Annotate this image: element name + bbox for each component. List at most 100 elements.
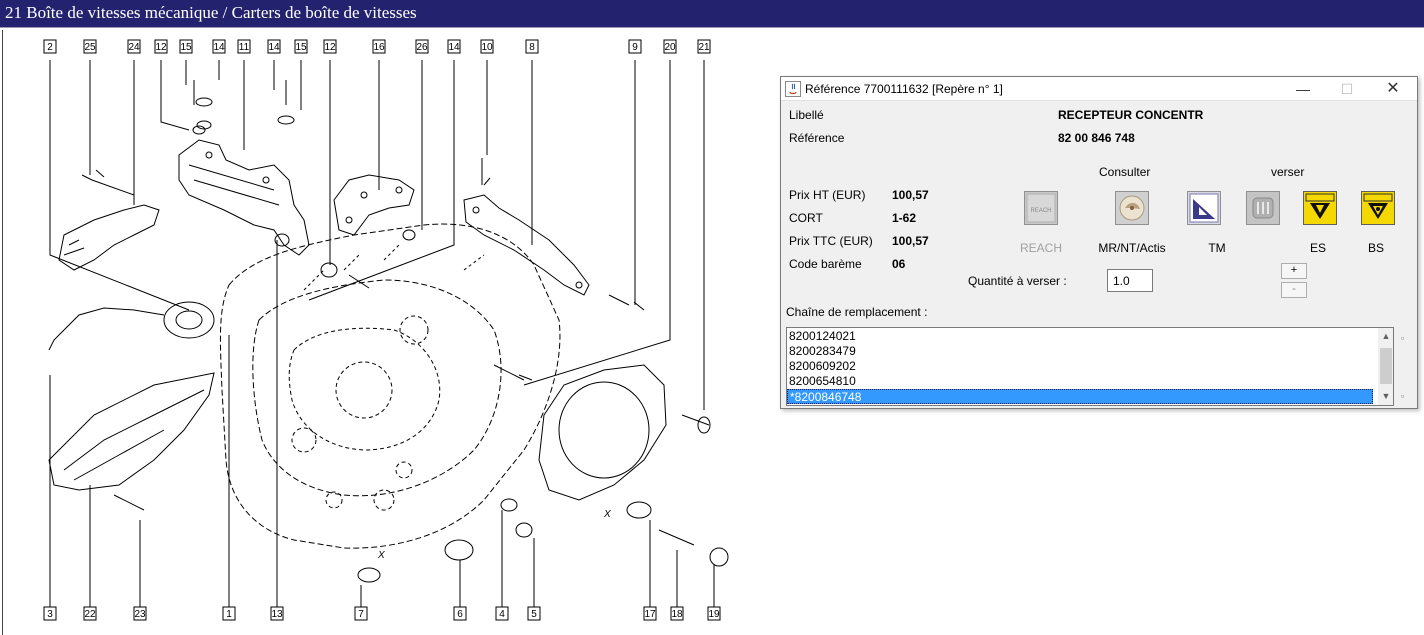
callout-number: 11 bbox=[239, 42, 250, 53]
consulter-label: Consulter bbox=[1099, 165, 1151, 179]
callout-box[interactable]: 14 bbox=[267, 39, 281, 54]
es-icon[interactable] bbox=[1303, 191, 1337, 225]
list-item[interactable]: 8200609202 bbox=[787, 359, 1373, 374]
code-bareme-label: Code barème bbox=[789, 257, 862, 271]
reach-icon[interactable]: REACH bbox=[1024, 191, 1058, 225]
callout-box[interactable]: 19 bbox=[707, 606, 721, 621]
increment-button[interactable]: + bbox=[1281, 263, 1307, 279]
dialog-title: Référence 7700111632 [Repère n° 1] bbox=[805, 82, 1003, 96]
callout-box[interactable]: 24 bbox=[127, 39, 141, 54]
callout-box[interactable]: 21 bbox=[697, 39, 711, 54]
callout-box[interactable]: 8 bbox=[525, 39, 539, 54]
callout-box[interactable]: 22 bbox=[83, 606, 97, 621]
mr-nt-actis-caption: MR/NT/Actis bbox=[1098, 241, 1166, 255]
callout-number: 1 bbox=[226, 609, 232, 620]
list-scrollbar[interactable]: ▲ ▼ bbox=[1378, 328, 1393, 405]
callout-number: 6 bbox=[457, 609, 463, 620]
dimension-mark: X bbox=[603, 509, 611, 520]
callout-box[interactable]: 12 bbox=[154, 39, 168, 54]
callout-number: 20 bbox=[664, 42, 676, 53]
callout-box[interactable]: 15 bbox=[294, 39, 308, 54]
callout-box[interactable]: 3 bbox=[43, 606, 57, 621]
callout-box[interactable]: 16 bbox=[372, 39, 386, 54]
scroll-down-icon[interactable]: ▼ bbox=[1378, 388, 1393, 405]
reach-caption: REACH bbox=[1019, 241, 1062, 255]
callout-number: 12 bbox=[324, 42, 336, 53]
callout-box[interactable]: 5 bbox=[527, 606, 541, 621]
callout-box[interactable]: 11 bbox=[237, 39, 251, 54]
callout-box[interactable]: 23 bbox=[133, 606, 147, 621]
resize-grip-icon: ▫ bbox=[1401, 333, 1405, 343]
tm-caption: TM bbox=[1208, 241, 1226, 255]
decrement-button[interactable]: - bbox=[1281, 282, 1307, 298]
callout-box[interactable]: 12 bbox=[323, 39, 337, 54]
scroll-thumb[interactable] bbox=[1380, 348, 1392, 384]
scroll-up-icon[interactable]: ▲ bbox=[1378, 328, 1393, 345]
minimize-button[interactable]: — bbox=[1281, 77, 1325, 101]
list-item[interactable]: 8200283479 bbox=[787, 344, 1373, 359]
list-item[interactable]: 8200654810 bbox=[787, 374, 1373, 389]
callout-box[interactable]: 2 bbox=[43, 39, 57, 54]
reference-value: 82 00 846 748 bbox=[1058, 131, 1135, 145]
callout-box[interactable]: 4 bbox=[495, 606, 509, 621]
callout-number: 15 bbox=[180, 42, 192, 53]
cort-label: CORT bbox=[789, 211, 823, 225]
prix-ttc-value: 100,57 bbox=[892, 234, 929, 248]
code-bareme-value: 06 bbox=[892, 257, 906, 271]
prix-ttc-label: Prix TTC (EUR) bbox=[789, 234, 873, 248]
document-icon[interactable] bbox=[1246, 191, 1280, 225]
bs-caption: BS bbox=[1367, 241, 1384, 255]
dialog-titlebar[interactable]: Référence 7700111632 [Repère n° 1] — ☐ ✕ bbox=[781, 77, 1417, 101]
mr-nt-actis-icon[interactable] bbox=[1115, 191, 1149, 225]
callout-number: 7 bbox=[358, 609, 364, 620]
title-divider bbox=[0, 27, 1424, 28]
callout-box[interactable]: 26 bbox=[415, 39, 429, 54]
bs-icon[interactable] bbox=[1361, 191, 1395, 225]
quantite-label: Quantité à verser : bbox=[968, 274, 1067, 288]
quantite-input[interactable] bbox=[1107, 269, 1153, 292]
chaine-label: Chaîne de remplacement : bbox=[786, 305, 928, 319]
resize-grip-icon: ▫ bbox=[1401, 391, 1405, 401]
callout-box[interactable]: 6 bbox=[453, 606, 467, 621]
callout-number: 15 bbox=[295, 42, 307, 53]
callout-box[interactable]: 7 bbox=[354, 606, 368, 621]
callout-number: 4 bbox=[499, 609, 505, 620]
callout-box[interactable]: 14 bbox=[212, 39, 226, 54]
callout-number: 3 bbox=[47, 609, 53, 620]
callout-number: 16 bbox=[373, 42, 385, 53]
verser-label: verser bbox=[1271, 165, 1305, 179]
callout-box[interactable]: 9 bbox=[628, 39, 642, 54]
cort-value: 1-62 bbox=[892, 211, 917, 225]
callout-number: 18 bbox=[671, 609, 683, 620]
callout-number: 10 bbox=[481, 42, 493, 53]
callout-number: 9 bbox=[632, 42, 638, 53]
callout-box[interactable]: 20 bbox=[663, 39, 677, 54]
java-icon bbox=[785, 81, 801, 97]
callout-box[interactable]: 17 bbox=[643, 606, 657, 621]
callout-number: 24 bbox=[128, 42, 140, 53]
callout-number: 23 bbox=[134, 609, 146, 620]
callout-number: 26 bbox=[416, 42, 428, 53]
close-button[interactable]: ✕ bbox=[1371, 77, 1415, 101]
callout-box[interactable]: 10 bbox=[480, 39, 494, 54]
callout-box[interactable]: 13 bbox=[270, 606, 284, 621]
list-item[interactable]: *8200846748 bbox=[787, 389, 1373, 404]
callout-box[interactable]: 18 bbox=[670, 606, 684, 621]
callout-box[interactable]: 1 bbox=[222, 606, 236, 621]
list-item[interactable]: 8200124021 bbox=[787, 329, 1373, 344]
reach-icon-text: REACH bbox=[1030, 208, 1051, 214]
libelle-value: RECEPTEUR CONCENTR bbox=[1058, 108, 1204, 122]
maximize-button[interactable]: ☐ bbox=[1325, 77, 1369, 101]
dimension-mark: X bbox=[377, 550, 385, 561]
callout-box[interactable]: 25 bbox=[83, 39, 97, 54]
exploded-parts-diagram: 2 25 24 12 15 14 11 14 15 12 16 26 14 10 8 9 20 21 3 22 23 1… bbox=[43, 39, 729, 621]
callout-box[interactable]: 14 bbox=[447, 39, 461, 54]
prix-ht-label: Prix HT (EUR) bbox=[789, 188, 866, 202]
replacement-chain-list[interactable]: 8200124021 8200283479 8200609202 8200654810… bbox=[786, 327, 1394, 406]
tm-icon[interactable] bbox=[1187, 191, 1221, 225]
callout-box[interactable]: 15 bbox=[179, 39, 193, 54]
window-title: 21 Boîte de vitesses mécanique / Carters… bbox=[0, 0, 1424, 27]
reference-dialog: Référence 7700111632 [Repère n° 1] — ☐ ✕… bbox=[780, 76, 1418, 409]
callout-number: 17 bbox=[644, 609, 656, 620]
frame-border bbox=[2, 30, 3, 635]
